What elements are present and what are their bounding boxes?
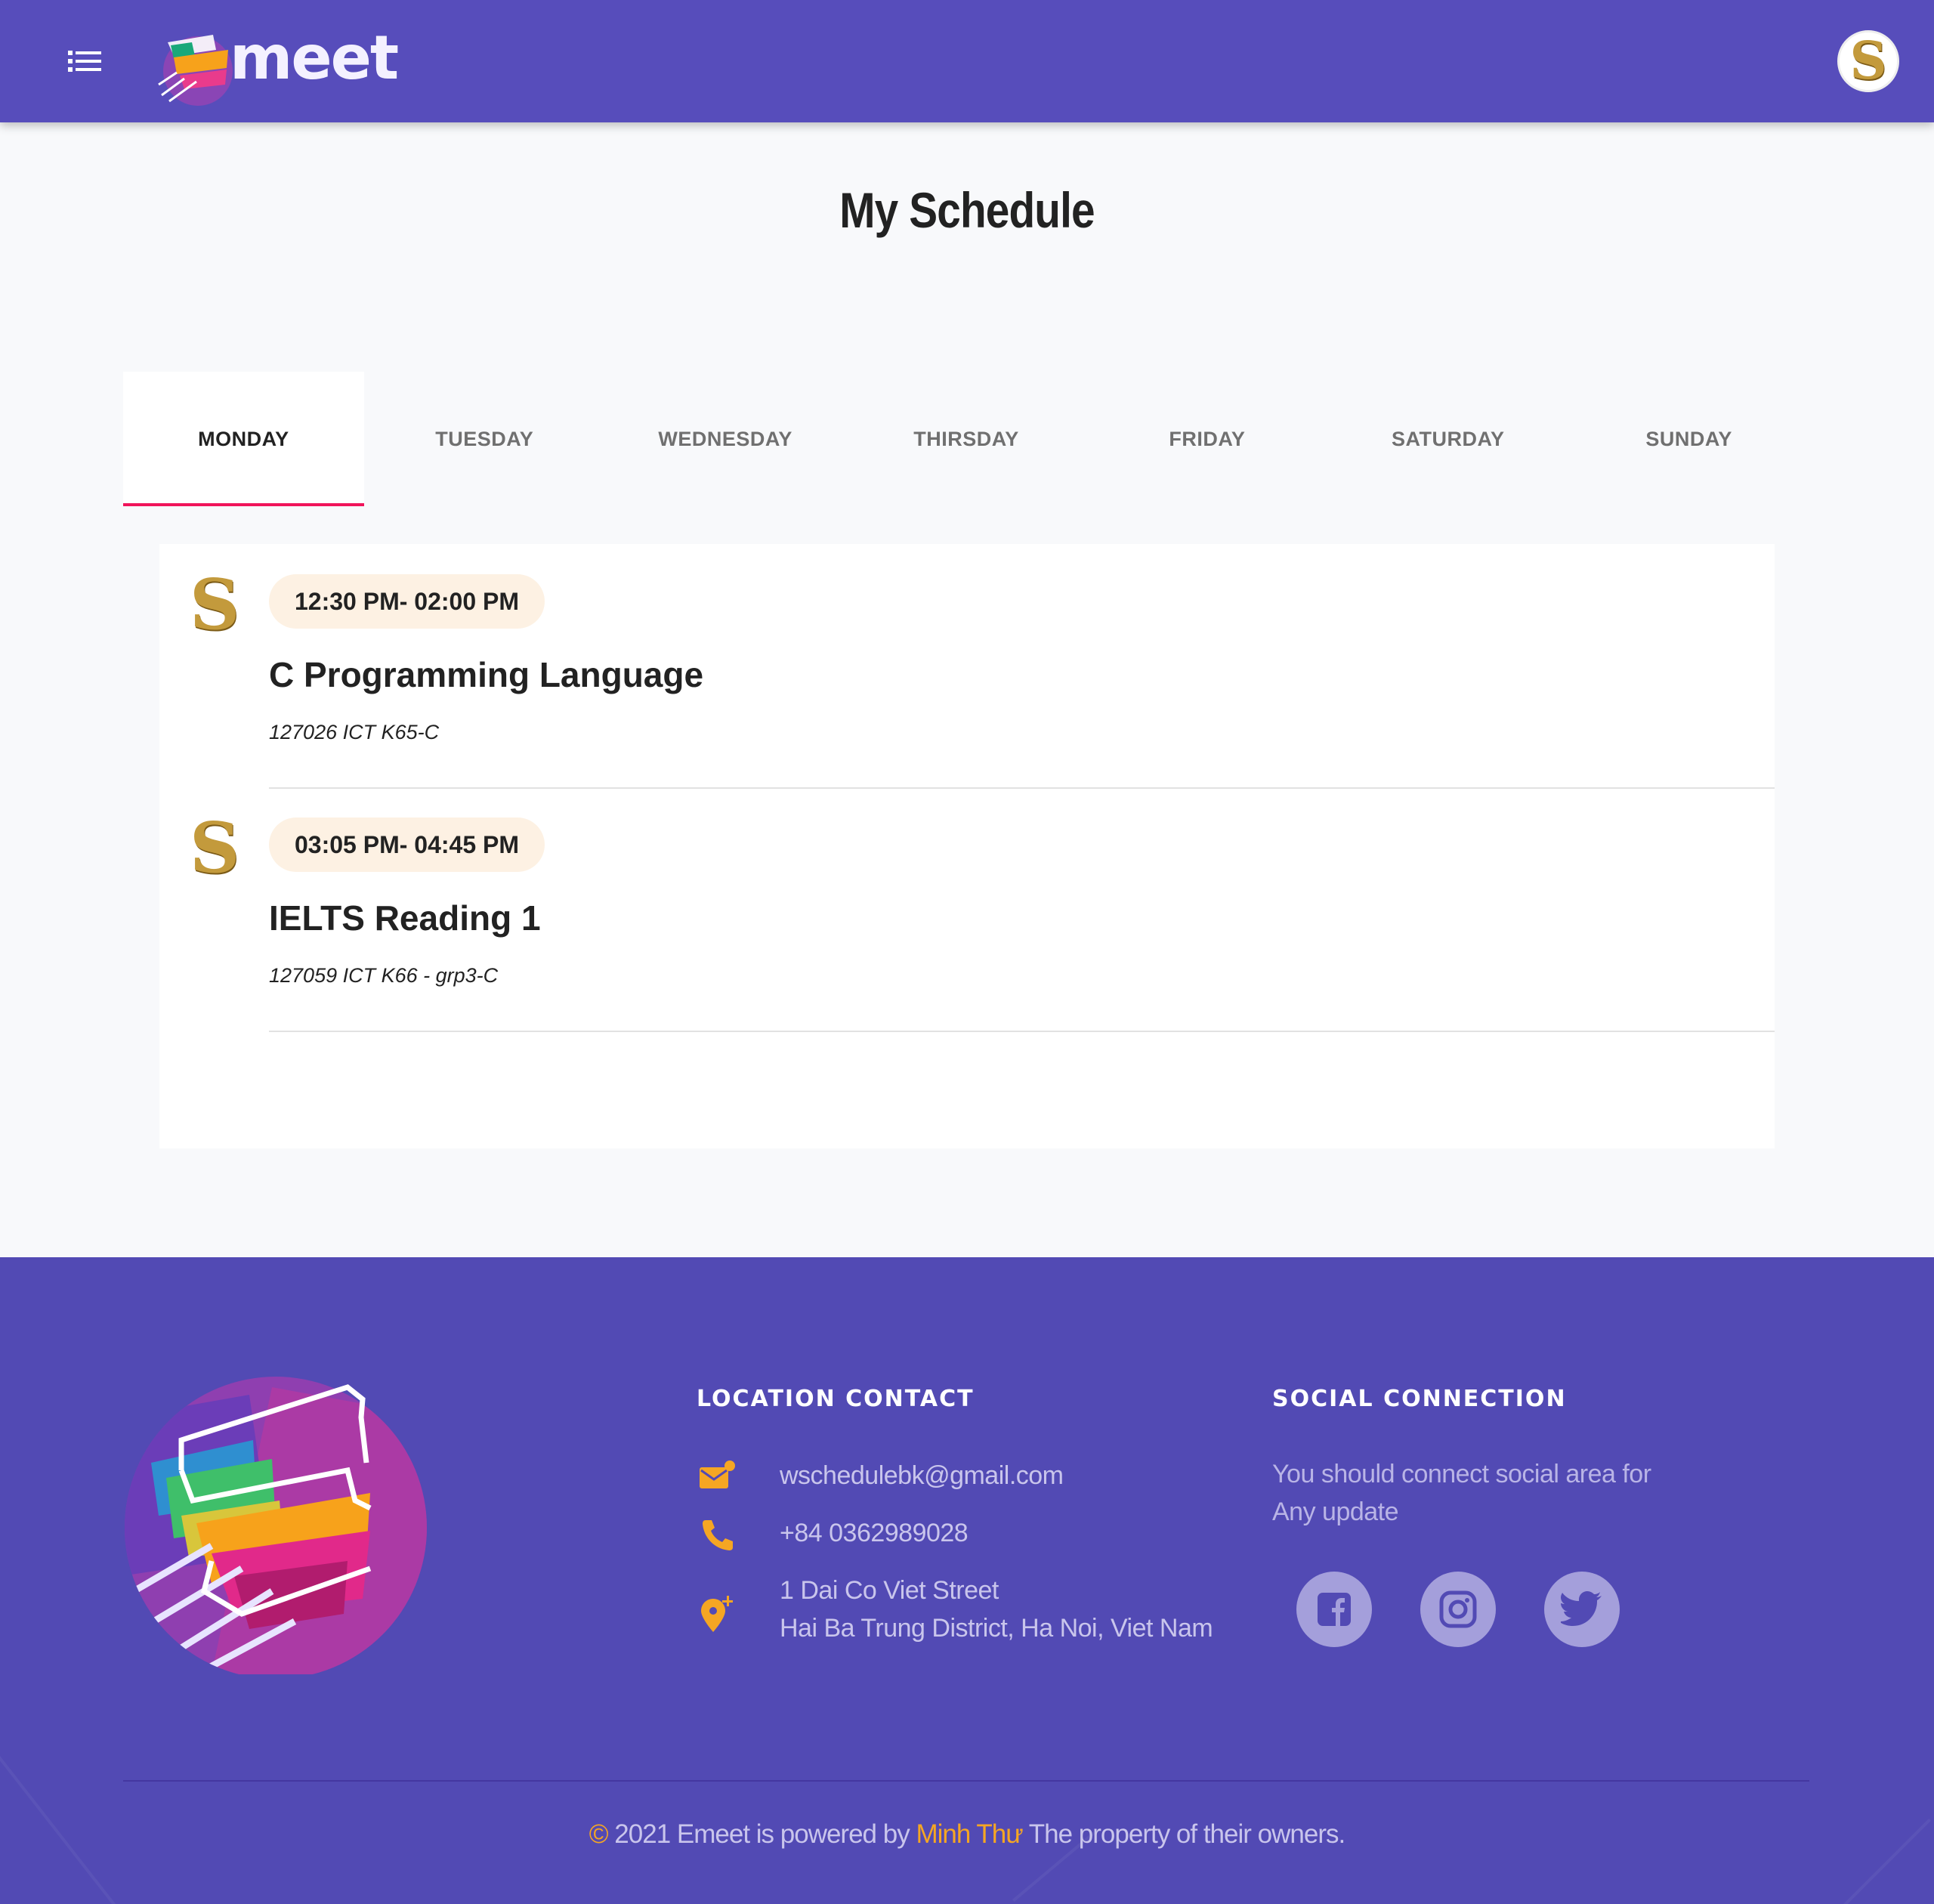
course-title: IELTS Reading 1 — [269, 898, 541, 938]
page-title: My Schedule — [839, 182, 1095, 238]
footer: LOCATION CONTACT wschedulebk@gmail.com +… — [0, 1257, 1934, 1904]
menu-list-icon[interactable] — [65, 45, 104, 77]
facebook-icon — [1318, 1593, 1351, 1626]
contact-email[interactable]: wschedulebk@gmail.com — [697, 1457, 1064, 1498]
phone-text: +84 0362989028 — [780, 1519, 969, 1547]
social-description: You should connect social area for Any u… — [1272, 1460, 1651, 1526]
twitter-icon — [1561, 1591, 1602, 1626]
tab-thirsday[interactable]: THIRSDAY — [846, 372, 1087, 506]
course-title: C Programming Language — [269, 655, 704, 694]
contact-phone[interactable]: +84 0362989028 — [697, 1514, 969, 1555]
footer-divider — [123, 1780, 1809, 1782]
user-avatar[interactable]: S — [1837, 30, 1899, 92]
address-line-2: Hai Ba Trung District, Ha Noi, Viet Nam — [780, 1614, 1213, 1643]
schedule-item[interactable]: S 03:05 PM- 04:45 PM IELTS Reading 1 127… — [159, 787, 1775, 1032]
location-pin-icon — [701, 1596, 733, 1632]
tab-sunday[interactable]: SUNDAY — [1568, 372, 1809, 506]
tab-saturday[interactable]: SATURDAY — [1327, 372, 1568, 506]
emeet-footer-logo — [125, 1377, 427, 1674]
email-text: wschedulebk@gmail.com — [780, 1461, 1064, 1490]
instagram-button[interactable] — [1420, 1572, 1496, 1647]
schedule-card: S 12:30 PM- 02:00 PM C Programming Langu… — [159, 544, 1775, 1148]
tab-tuesday[interactable]: TUESDAY — [364, 372, 605, 506]
mail-icon — [700, 1460, 735, 1488]
copyright-suffix: The property of their owners. — [1022, 1819, 1345, 1849]
class-s-logo: S — [190, 564, 240, 645]
contact-address[interactable]: 1 Dai Co Viet Street Hai Ba Trung Distri… — [697, 1572, 1213, 1647]
twitter-button[interactable] — [1544, 1572, 1620, 1647]
logo-wordmark: meet — [230, 23, 399, 93]
tab-friday[interactable]: FRIDAY — [1086, 372, 1327, 506]
tab-monday[interactable]: MONDAY — [123, 372, 364, 506]
emeet-logo[interactable]: meet — [154, 12, 403, 110]
copyright-main: 2021 Emeet is powered by — [614, 1819, 916, 1849]
author-link[interactable]: Minh Thư — [916, 1819, 1023, 1849]
tab-wednesday[interactable]: WEDNESDAY — [605, 372, 846, 506]
copyright-symbol: © — [589, 1819, 615, 1849]
location-contact-title: LOCATION CONTACT — [697, 1386, 975, 1412]
phone-icon — [703, 1520, 733, 1550]
course-code: 127059 ICT K66 - grp3-C — [269, 964, 499, 987]
schedule-item[interactable]: S 12:30 PM- 02:00 PM C Programming Langu… — [159, 544, 1775, 789]
time-badge: 12:30 PM- 02:00 PM — [269, 574, 545, 629]
course-code: 127026 ICT K65-C — [269, 721, 440, 743]
time-badge: 03:05 PM- 04:45 PM — [269, 818, 545, 872]
instagram-icon — [1439, 1590, 1477, 1628]
social-connection-title: SOCIAL CONNECTION — [1272, 1386, 1567, 1412]
facebook-button[interactable] — [1296, 1572, 1372, 1647]
copyright-text: © 2021 Emeet is powered by Minh Thư The … — [0, 1819, 1934, 1850]
day-tabs: MONDAY TUESDAY WEDNESDAY THIRSDAY FRIDAY… — [123, 372, 1809, 506]
divider — [269, 1031, 1775, 1032]
address-line-1: 1 Dai Co Viet Street — [780, 1576, 999, 1605]
class-s-logo: S — [190, 807, 240, 889]
avatar-s-logo: S — [1849, 31, 1887, 91]
top-navbar: meet S — [0, 0, 1934, 122]
